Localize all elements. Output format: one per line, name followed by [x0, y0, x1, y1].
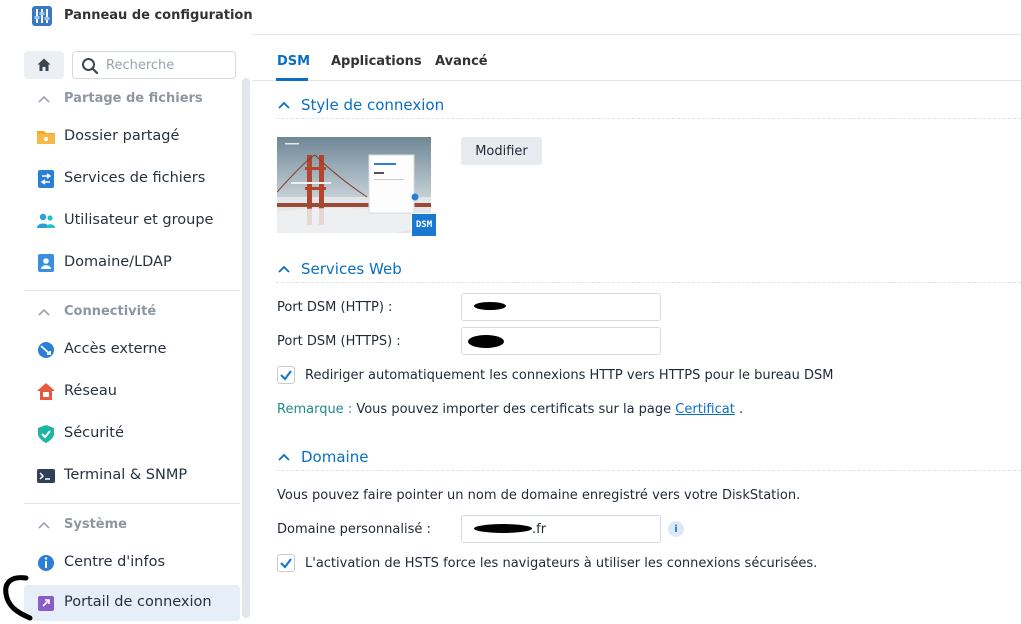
certificate-note: Remarque : Vous pouvez importer des cert…	[277, 402, 743, 417]
chevron-up-icon	[38, 308, 50, 316]
file-services-icon	[38, 170, 54, 188]
http-port-field[interactable]	[461, 293, 661, 321]
sidebar-item-label: Accès externe	[64, 341, 167, 357]
section-divider	[24, 503, 240, 504]
redirect-https-checkbox[interactable]	[277, 366, 295, 384]
section-file-sharing[interactable]: Partage de fichiers	[24, 88, 240, 112]
custom-domain-field[interactable]: .fr	[461, 515, 661, 543]
chevron-up-icon	[38, 521, 50, 529]
sidebar-item-label: Centre d'infos	[64, 554, 166, 570]
chevron-up-icon	[278, 101, 290, 109]
info-icon[interactable]: i	[668, 521, 684, 537]
shield-icon	[38, 425, 54, 443]
home-icon	[37, 58, 51, 71]
sidebar-item-label: Réseau	[64, 383, 117, 399]
sidebar-item-label: Sécurité	[64, 425, 124, 441]
section-title: Domaine	[301, 448, 369, 466]
dsm-badge: DSM	[411, 213, 437, 237]
sidebar-item-file-services[interactable]: Services de fichiers	[24, 161, 240, 197]
sidebar-item-label: Portail de connexion	[64, 594, 212, 610]
domain-suffix: .fr	[532, 522, 547, 537]
sidebar-item-label: Domaine/LDAP	[64, 254, 172, 270]
section-domain[interactable]: Domaine	[276, 445, 1021, 471]
title-bar: Panneau de configuration	[0, 0, 1021, 34]
sidebar-toolbar: Recherche	[24, 51, 252, 81]
section-title: Style de connexion	[301, 96, 445, 114]
terminal-icon	[37, 469, 55, 483]
section-label: Connectivité	[64, 304, 157, 319]
login-style-preview[interactable]	[277, 137, 431, 233]
window-title: Panneau de configuration	[64, 8, 253, 23]
search-input[interactable]: Recherche	[72, 51, 236, 79]
external-access-icon	[38, 342, 54, 358]
section-connectivity[interactable]: Connectivité	[24, 301, 240, 325]
hsts-checkbox[interactable]	[277, 554, 295, 572]
section-divider	[24, 290, 240, 291]
tab-bar: DSM Applications Avancé	[252, 35, 1021, 81]
sidebar-item-label: Dossier partagé	[64, 128, 180, 144]
control-panel-icon	[32, 6, 52, 26]
certificate-link[interactable]: Certificat	[675, 402, 735, 417]
main-content: DSM Applications Avancé Style de connexi…	[252, 35, 1021, 624]
checkmark-icon	[280, 558, 292, 569]
redacted-scribble	[474, 302, 506, 310]
redacted-scribble	[474, 524, 532, 533]
sidebar-item-domain-ldap[interactable]: Domaine/LDAP	[24, 245, 240, 281]
sidebar-item-login-portal[interactable]: Portail de connexion	[24, 585, 240, 621]
sidebar-item-network[interactable]: Réseau	[24, 374, 240, 410]
sidebar-item-external-access[interactable]: Accès externe	[24, 332, 240, 368]
home-button[interactable]	[24, 51, 64, 79]
domain-ldap-icon	[38, 254, 54, 272]
tab-applications[interactable]: Applications	[331, 54, 422, 69]
shared-folder-icon	[37, 131, 55, 144]
http-port-label: Port DSM (HTTP) :	[277, 300, 393, 315]
checkmark-icon	[280, 370, 292, 381]
https-port-field[interactable]	[461, 327, 661, 355]
sidebar-item-user-group[interactable]: Utilisateur et groupe	[24, 203, 240, 239]
redacted-scribble	[468, 335, 504, 348]
tab-advanced[interactable]: Avancé	[435, 54, 488, 69]
modify-button[interactable]: Modifier	[461, 137, 542, 165]
sidebar-item-info-center[interactable]: Centre d'infos	[24, 545, 240, 581]
https-port-label: Port DSM (HTTPS) :	[277, 334, 401, 349]
search-icon	[82, 58, 99, 75]
section-login-style[interactable]: Style de connexion	[276, 93, 1021, 119]
domain-description: Vous pouvez faire pointer un nom de doma…	[277, 488, 801, 503]
section-system[interactable]: Système	[24, 514, 240, 538]
sidebar-item-label: Terminal & SNMP	[64, 467, 188, 483]
custom-domain-label: Domaine personnalisé :	[277, 522, 431, 537]
sidebar-item-terminal[interactable]: Terminal & SNMP	[24, 458, 240, 494]
chevron-up-icon	[38, 95, 50, 103]
user-group-icon	[37, 213, 55, 228]
sidebar: Recherche Partage de fichiers Dossier pa…	[24, 36, 252, 624]
section-label: Système	[64, 517, 127, 532]
annotation-mark	[3, 575, 33, 621]
bridge-image	[277, 143, 431, 233]
section-web-services[interactable]: Services Web	[276, 257, 1021, 283]
sidebar-item-security[interactable]: Sécurité	[24, 416, 240, 452]
note-end: .	[738, 402, 744, 417]
hsts-label: L'activation de HSTS force les navigateu…	[305, 556, 818, 571]
network-icon	[37, 383, 55, 400]
sidebar-item-label: Services de fichiers	[64, 170, 206, 186]
info-center-icon	[38, 555, 54, 571]
chevron-up-icon	[278, 265, 290, 273]
active-tab-indicator	[276, 78, 308, 81]
search-placeholder: Recherche	[106, 58, 175, 73]
section-label: Partage de fichiers	[64, 91, 203, 106]
redirect-https-label: Rediriger automatiquement les connexions…	[305, 368, 834, 383]
sidebar-item-label: Utilisateur et groupe	[64, 212, 214, 228]
chevron-up-icon	[278, 453, 290, 461]
note-text: Vous pouvez importer des certificats sur…	[356, 402, 672, 417]
note-prefix: Remarque :	[277, 402, 353, 417]
section-title: Services Web	[301, 260, 402, 278]
sidebar-item-shared-folder[interactable]: Dossier partagé	[24, 119, 240, 155]
sidebar-scrollbar[interactable]	[242, 78, 250, 618]
tab-dsm[interactable]: DSM	[277, 54, 310, 69]
